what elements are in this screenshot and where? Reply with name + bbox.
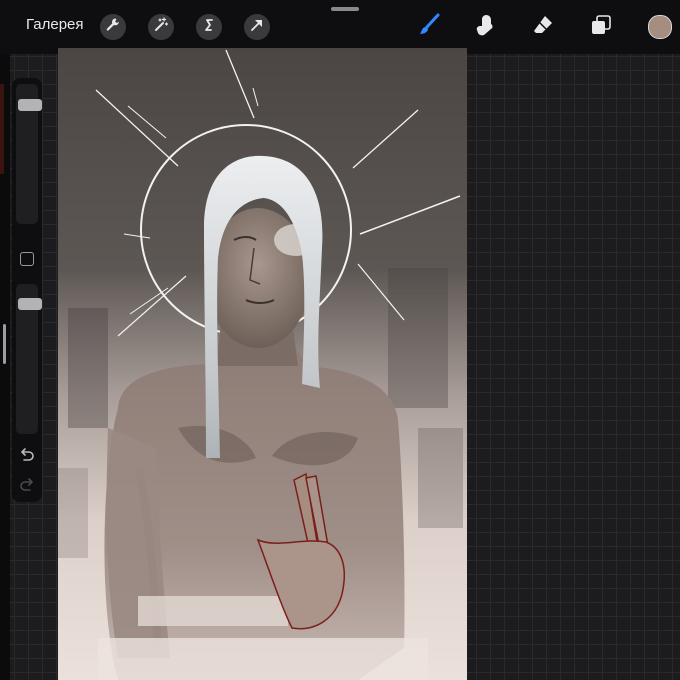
opacity-slider[interactable]	[16, 284, 42, 434]
edge-handle	[3, 324, 6, 364]
smudge-icon	[473, 13, 497, 41]
transform-button[interactable]	[244, 14, 270, 40]
opacity-handle[interactable]	[18, 298, 42, 310]
drawing-canvas[interactable]	[58, 48, 467, 680]
transform-arrow-icon	[249, 17, 265, 37]
edge-accent	[0, 84, 4, 174]
layers-icon	[589, 13, 613, 41]
color-picker-button[interactable]	[648, 15, 672, 39]
redo-icon	[18, 478, 36, 498]
actions-button[interactable]	[100, 14, 126, 40]
undo-button[interactable]	[18, 448, 36, 464]
layers-button[interactable]	[586, 12, 616, 42]
brush-size-slider[interactable]	[16, 84, 42, 224]
redo-button[interactable]	[18, 478, 36, 494]
eraser-tool[interactable]	[528, 12, 558, 42]
brush-tool[interactable]	[414, 12, 444, 42]
left-sidebar	[12, 78, 42, 502]
modify-button[interactable]	[20, 252, 34, 266]
brush-icon	[416, 12, 442, 42]
smudge-tool[interactable]	[470, 12, 500, 42]
artwork	[58, 48, 467, 680]
drag-handle[interactable]	[331, 7, 359, 11]
wrench-icon	[105, 17, 121, 37]
eraser-icon	[531, 13, 555, 41]
selection-button[interactable]	[196, 14, 222, 40]
adjustments-button[interactable]	[148, 14, 174, 40]
selection-icon	[201, 17, 217, 37]
top-toolbar: Галерея	[0, 0, 680, 54]
screen-edge	[0, 54, 10, 680]
undo-icon	[18, 448, 36, 468]
brush-size-handle[interactable]	[18, 99, 42, 111]
gallery-button[interactable]: Галерея	[26, 16, 84, 33]
magic-wand-icon	[153, 17, 169, 37]
